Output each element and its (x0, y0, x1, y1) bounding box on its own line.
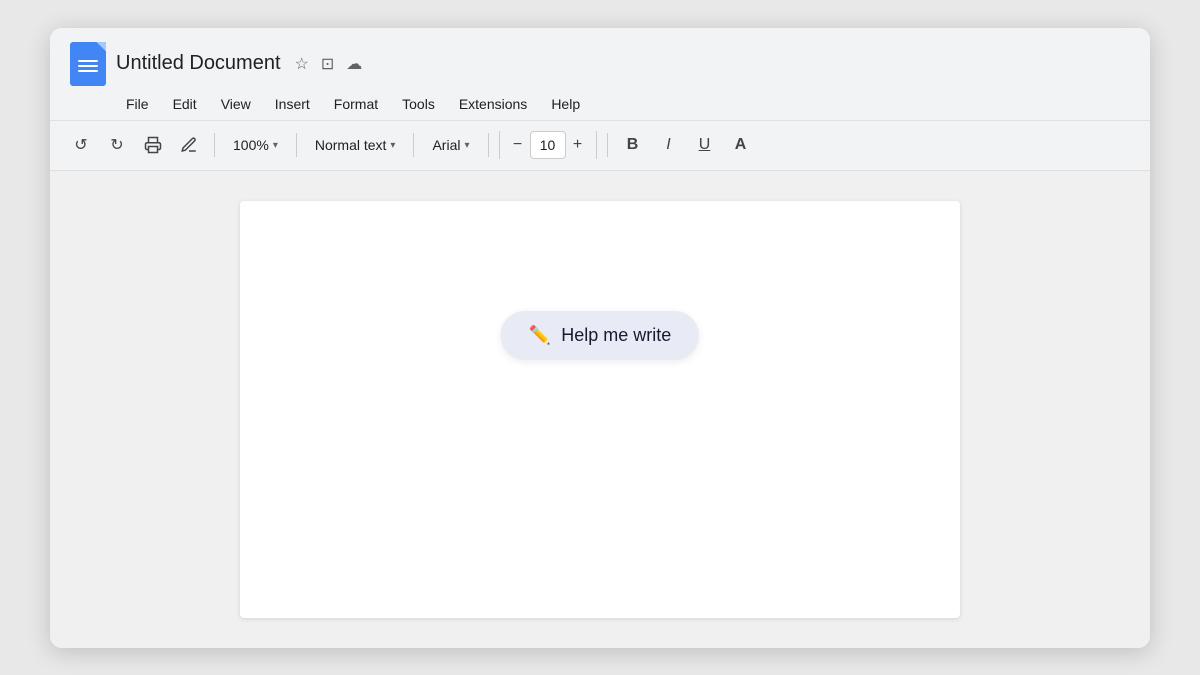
pencil-icon: ✏️ (529, 325, 551, 346)
drive-folder-icon[interactable]: ⊡ (321, 54, 334, 74)
toolbar-divider-1 (214, 133, 215, 157)
zoom-dropdown[interactable]: 100% ▾ (225, 133, 286, 157)
toolbar-divider-3 (413, 133, 414, 157)
star-icon[interactable]: ☆ (295, 54, 309, 74)
font-arrow: ▾ (464, 140, 469, 151)
docs-app-icon (70, 42, 106, 86)
doc-icon-lines (78, 60, 98, 72)
menu-file[interactable]: File (116, 92, 159, 116)
font-color-button[interactable]: A (726, 130, 756, 160)
cloud-save-icon[interactable]: ☁ (346, 54, 362, 74)
menu-format[interactable]: Format (324, 92, 388, 116)
italic-button[interactable]: I (654, 130, 684, 160)
toolbar-divider-5 (607, 133, 608, 157)
toolbar-divider-4 (488, 133, 489, 157)
bold-button[interactable]: B (618, 130, 648, 160)
font-value: Arial (432, 137, 460, 153)
title-row: Untitled Document ☆ ⊡ ☁ (70, 42, 1130, 86)
title-bar: Untitled Document ☆ ⊡ ☁ File Edit View I… (50, 28, 1150, 121)
menu-edit[interactable]: Edit (163, 92, 207, 116)
help-me-write-button[interactable]: ✏️ Help me write (501, 311, 699, 360)
doc-icon-line (78, 60, 98, 62)
font-dropdown[interactable]: Arial ▾ (424, 133, 477, 157)
menu-view[interactable]: View (211, 92, 261, 116)
browser-window: Untitled Document ☆ ⊡ ☁ File Edit View I… (50, 28, 1150, 648)
title-icons: ☆ ⊡ ☁ (295, 54, 363, 74)
redo-button[interactable]: ↻ (102, 130, 132, 160)
toolbar: ↺ ↻ 100% ▾ No (50, 121, 1150, 171)
text-style-arrow: ▾ (390, 140, 395, 151)
menu-bar: File Edit View Insert Format Tools Exten… (116, 92, 1130, 120)
font-size-input[interactable] (530, 131, 566, 159)
help-me-write-label: Help me write (561, 325, 671, 346)
menu-insert[interactable]: Insert (265, 92, 320, 116)
document-title[interactable]: Untitled Document (116, 52, 281, 75)
spell-check-button[interactable] (174, 130, 204, 160)
menu-tools[interactable]: Tools (392, 92, 445, 116)
zoom-arrow: ▾ (273, 140, 278, 151)
decrease-font-size-button[interactable]: − (506, 131, 530, 159)
underline-button[interactable]: U (690, 130, 720, 160)
doc-icon-line (78, 65, 98, 67)
print-button[interactable] (138, 130, 168, 160)
menu-extensions[interactable]: Extensions (449, 92, 537, 116)
menu-help[interactable]: Help (541, 92, 590, 116)
document-page[interactable]: ✏️ Help me write (240, 201, 960, 618)
main-content-area: ✏️ Help me write (50, 171, 1150, 648)
undo-button[interactable]: ↺ (66, 130, 96, 160)
toolbar-divider-2 (296, 133, 297, 157)
text-style-dropdown[interactable]: Normal text ▾ (307, 133, 404, 157)
increase-font-size-button[interactable]: + (566, 131, 590, 159)
doc-icon-line (78, 70, 98, 72)
zoom-section: 100% ▾ (225, 133, 286, 157)
zoom-value: 100% (233, 137, 269, 153)
text-style-value: Normal text (315, 137, 387, 153)
font-size-section: − + (499, 131, 597, 159)
